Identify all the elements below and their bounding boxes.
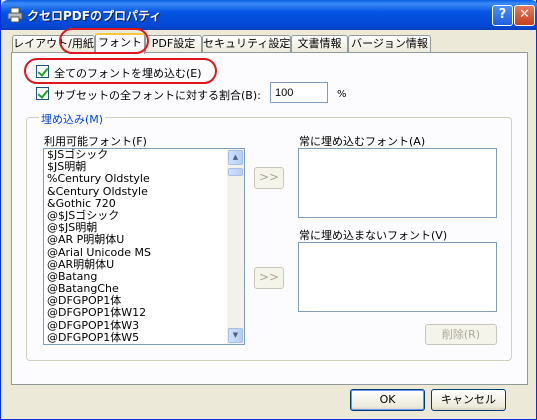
always-embed-label: 常に埋め込むフォント(A) bbox=[299, 135, 426, 148]
subset-label: サブセットの全フォントに対する割合(B): bbox=[54, 89, 261, 102]
tab-document-info[interactable]: 文書情報 bbox=[291, 35, 348, 53]
always-embed-list[interactable] bbox=[298, 148, 497, 218]
available-fonts-label: 利用可能フォント(F) bbox=[44, 135, 147, 148]
scrollbar-thumb[interactable] bbox=[228, 168, 243, 176]
window-title: クセロPDFのプロパティ bbox=[27, 9, 162, 23]
tab-security[interactable]: セキュリティ設定 bbox=[202, 35, 291, 53]
checkbox-highlight-circle bbox=[24, 58, 217, 84]
font-list-item[interactable]: %Century Oldstyle bbox=[44, 173, 244, 185]
title-bar[interactable]: クセロPDFのプロパティ ? ✕ bbox=[1, 0, 537, 30]
arrow-up-icon[interactable]: ▲ bbox=[228, 150, 243, 165]
help-button[interactable]: ? bbox=[492, 5, 513, 26]
font-list-item[interactable]: @AR P明朝体U bbox=[44, 234, 244, 246]
font-list-item[interactable]: &Century Oldstyle bbox=[44, 185, 244, 198]
available-fonts-list[interactable]: $JSゴシック $JS明朝 %Century Oldstyle &Century Ol… bbox=[43, 148, 245, 345]
properties-dialog: クセロPDFのプロパティ ? ✕ レイアウト/用紙 フォント PDF設定 セキュ… bbox=[0, 0, 537, 420]
close-button[interactable]: ✕ bbox=[514, 5, 535, 26]
font-list-item[interactable]: @DFGPOP1体W3 bbox=[44, 319, 244, 332]
never-embed-list[interactable] bbox=[298, 242, 497, 312]
delete-button[interactable]: 削除(R) bbox=[425, 324, 497, 345]
printer-icon bbox=[7, 7, 23, 23]
subset-ratio-input[interactable] bbox=[270, 82, 328, 103]
add-to-noembed-button[interactable]: >> bbox=[254, 267, 284, 289]
tab-version-info[interactable]: バージョン情報 bbox=[348, 35, 431, 53]
embed-group-title: 埋め込み(M) bbox=[39, 111, 106, 127]
font-list-item[interactable]: @Arial Unicode MS bbox=[44, 246, 244, 259]
percent-label: % bbox=[337, 89, 347, 100]
tab-pdf-settings[interactable]: PDF設定 bbox=[145, 35, 202, 53]
subset-checkbox[interactable] bbox=[36, 87, 49, 100]
never-embed-label: 常に埋め込まないフォント(V) bbox=[299, 229, 448, 242]
list-scrollbar[interactable]: ▲ ▼ bbox=[227, 149, 244, 344]
arrow-down-icon[interactable]: ▼ bbox=[228, 328, 243, 343]
cancel-button[interactable]: キャンセル bbox=[431, 389, 506, 411]
add-to-embed-button[interactable]: >> bbox=[254, 167, 284, 189]
ok-button[interactable]: OK bbox=[350, 389, 425, 411]
font-list-item[interactable]: @DFGPOP1体W12 bbox=[44, 307, 244, 319]
tab-highlight-circle bbox=[59, 28, 149, 54]
font-list-item[interactable]: @DFGPOP1体W5 bbox=[44, 331, 244, 344]
